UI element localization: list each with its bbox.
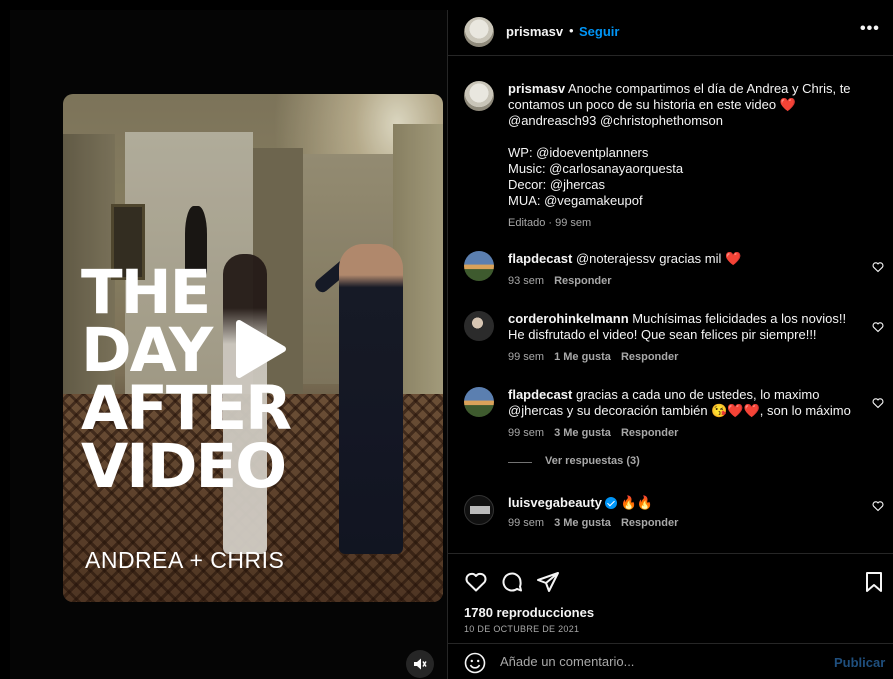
reply-button[interactable]: Responder [554, 275, 611, 287]
video-title-line: VIDEO [81, 431, 287, 502]
comment-time[interactable]: 99 sem [508, 351, 544, 363]
avatar[interactable] [464, 495, 494, 525]
comment-meta: 93 sem Responder [508, 275, 622, 287]
more-icon[interactable]: ••• [860, 20, 880, 38]
mute-button[interactable] [406, 650, 434, 678]
heart-icon[interactable] [872, 321, 884, 333]
publish-button[interactable]: Publicar [834, 655, 885, 670]
reply-button[interactable]: Responder [621, 427, 678, 439]
emoji-icon[interactable] [464, 652, 486, 674]
likes-count[interactable]: 1 Me gusta [554, 351, 611, 363]
comment-icon[interactable] [500, 570, 524, 594]
video-player[interactable]: THE DAY AFTER VIDEO ANDREA + CHRIS [63, 94, 443, 602]
avatar[interactable] [464, 311, 494, 341]
avatar[interactable] [464, 81, 494, 111]
likes-count[interactable]: 3 Me gusta [554, 427, 611, 439]
caption-meta: Editado · 99 sem [508, 217, 592, 229]
avatar[interactable] [464, 387, 494, 417]
reply-button[interactable]: Responder [621, 351, 678, 363]
share-icon[interactable] [536, 570, 560, 594]
add-comment-bar: Publicar [448, 643, 893, 679]
post-header: prismasv • Seguir ••• [448, 10, 893, 56]
comment-meta: 99 sem 3 Me gusta Responder [508, 517, 688, 529]
play-icon[interactable] [233, 319, 287, 379]
separator-dot: • [569, 23, 574, 38]
view-replies-button[interactable]: Ver respuestas (3) [545, 455, 640, 467]
likes-count[interactable]: 3 Me gusta [554, 517, 611, 529]
heart-icon[interactable] [872, 500, 884, 512]
post-side-panel: prismasv • Seguir ••• prismasv Anoche co… [447, 10, 893, 679]
comment-meta: 99 sem 1 Me gusta Responder [508, 351, 688, 363]
video-subtitle: ANDREA + CHRIS [85, 547, 285, 573]
comments-list[interactable]: prismasv Anoche compartimos el día de An… [448, 57, 893, 553]
media-pane: THE DAY AFTER VIDEO ANDREA + CHRIS [10, 10, 447, 679]
caption-username[interactable]: prismasv [508, 81, 565, 96]
verified-icon [604, 497, 617, 509]
follow-button[interactable]: Seguir [579, 24, 619, 39]
video-title-line: DAY [81, 315, 213, 386]
mute-icon [414, 658, 427, 670]
bookmark-icon[interactable] [862, 570, 886, 594]
comment-meta: 99 sem 3 Me gusta Responder [508, 427, 688, 439]
comment-input[interactable] [500, 654, 800, 669]
heart-icon[interactable] [872, 397, 884, 409]
comment-username[interactable]: luisvegabeauty [508, 495, 602, 510]
comment-time[interactable]: 99 sem [508, 517, 544, 529]
comment-text: flapdecast @noterajessv gracias mil ❤️ [508, 251, 742, 266]
reply-button[interactable]: Responder [621, 517, 678, 529]
comment-username[interactable]: corderohinkelmann [508, 311, 629, 326]
heart-icon[interactable] [872, 261, 884, 273]
caption-text: prismasv Anoche compartimos el día de An… [508, 81, 851, 208]
comment-username[interactable]: flapdecast [508, 387, 572, 402]
comment-time[interactable]: 93 sem [508, 275, 544, 287]
heart-icon[interactable] [464, 570, 488, 594]
header-username[interactable]: prismasv [506, 24, 563, 39]
views-count[interactable]: 1780 reproducciones [464, 605, 594, 620]
post-actions: 1780 reproducciones 10 DE OCTUBRE DE 202… [448, 553, 893, 643]
comment-username[interactable]: flapdecast [508, 251, 572, 266]
comment-time[interactable]: 99 sem [508, 427, 544, 439]
avatar[interactable] [464, 251, 494, 281]
video-title-line: AFTER [81, 373, 292, 444]
avatar[interactable] [464, 17, 494, 47]
comment-text: corderohinkelmann Muchísimas felicidades… [508, 311, 847, 342]
video-title: THE DAY AFTER VIDEO [81, 257, 341, 502]
comment-text: luisvegabeauty 🔥🔥 [508, 495, 653, 510]
video-title-line: THE [81, 257, 211, 328]
view-replies-line [508, 462, 532, 463]
post-date[interactable]: 10 DE OCTUBRE DE 2021 [464, 624, 579, 634]
comment-text: flapdecast gracias a cada uno de ustedes… [508, 387, 851, 418]
post-page: THE DAY AFTER VIDEO ANDREA + CHRIS prism… [10, 10, 893, 679]
